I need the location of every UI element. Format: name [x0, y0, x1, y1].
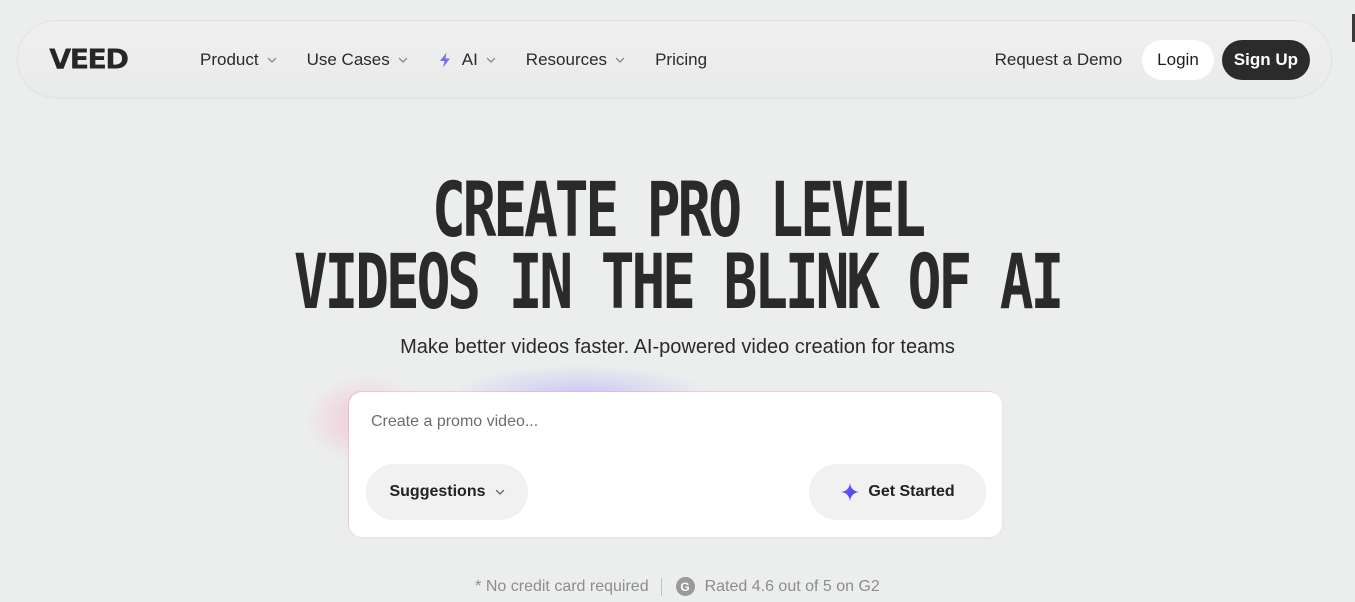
nav-resources[interactable]: Resources — [526, 50, 625, 70]
prompt-card: Suggestions Get Started — [349, 392, 1002, 537]
chevron-down-icon — [615, 57, 625, 63]
nav-product[interactable]: Product — [200, 50, 277, 70]
chevron-down-icon — [486, 57, 495, 63]
nav-pricing[interactable]: Pricing — [655, 50, 707, 70]
nav-links: Product Use Cases AI Resources Pricing — [200, 21, 737, 99]
hero-title-line-1: CREATE PRO LEVEL — [431, 165, 926, 255]
veed-logo[interactable]: VEED — [49, 42, 129, 76]
get-started-label: Get Started — [868, 483, 955, 500]
hero-title-line-2: VIDEOS IN THE BLINK OF AI — [293, 237, 1064, 327]
request-demo-link[interactable]: Request a Demo — [995, 50, 1123, 70]
nav-use-cases[interactable]: Use Cases — [307, 50, 408, 70]
sparkle-icon — [841, 483, 860, 501]
chevron-down-icon — [267, 57, 276, 63]
g2-icon: G — [675, 577, 695, 596]
chevron-down-icon — [495, 489, 504, 495]
hero-footnote: * No credit card required G Rated 4.6 ou… — [0, 577, 1355, 596]
suggestions-button[interactable]: Suggestions — [366, 464, 528, 520]
g2-rating: Rated 4.6 out of 5 on G2 — [704, 577, 880, 595]
get-started-button[interactable]: Get Started — [809, 464, 986, 520]
nav-actions: Request a Demo Login Sign Up — [995, 21, 1310, 99]
nav-product-label: Product — [200, 50, 259, 69]
sparkle-icon — [439, 52, 450, 68]
signup-button[interactable]: Sign Up — [1221, 40, 1310, 80]
nav-ai[interactable]: AI — [438, 50, 496, 70]
prompt-input[interactable] — [369, 406, 973, 438]
chevron-down-icon — [398, 57, 407, 63]
footnote-divider — [660, 577, 662, 596]
no-credit-card-note: * No credit card required — [475, 577, 649, 595]
login-button[interactable]: Login — [1142, 40, 1214, 80]
hero-subtitle: Make better videos faster. AI-powered vi… — [400, 336, 955, 358]
nav-use-cases-label: Use Cases — [306, 50, 390, 69]
hero-title: CREATE PRO LEVEL VIDEOS IN THE BLINK OF … — [0, 165, 1355, 327]
nav-pricing-label: Pricing — [655, 50, 708, 69]
suggestions-label: Suggestions — [389, 483, 486, 500]
nav-ai-label: AI — [461, 50, 478, 69]
top-navigation: VEED Product Use Cases AI Resources Pric… — [17, 20, 1332, 98]
nav-resources-label: Resources — [525, 50, 608, 69]
